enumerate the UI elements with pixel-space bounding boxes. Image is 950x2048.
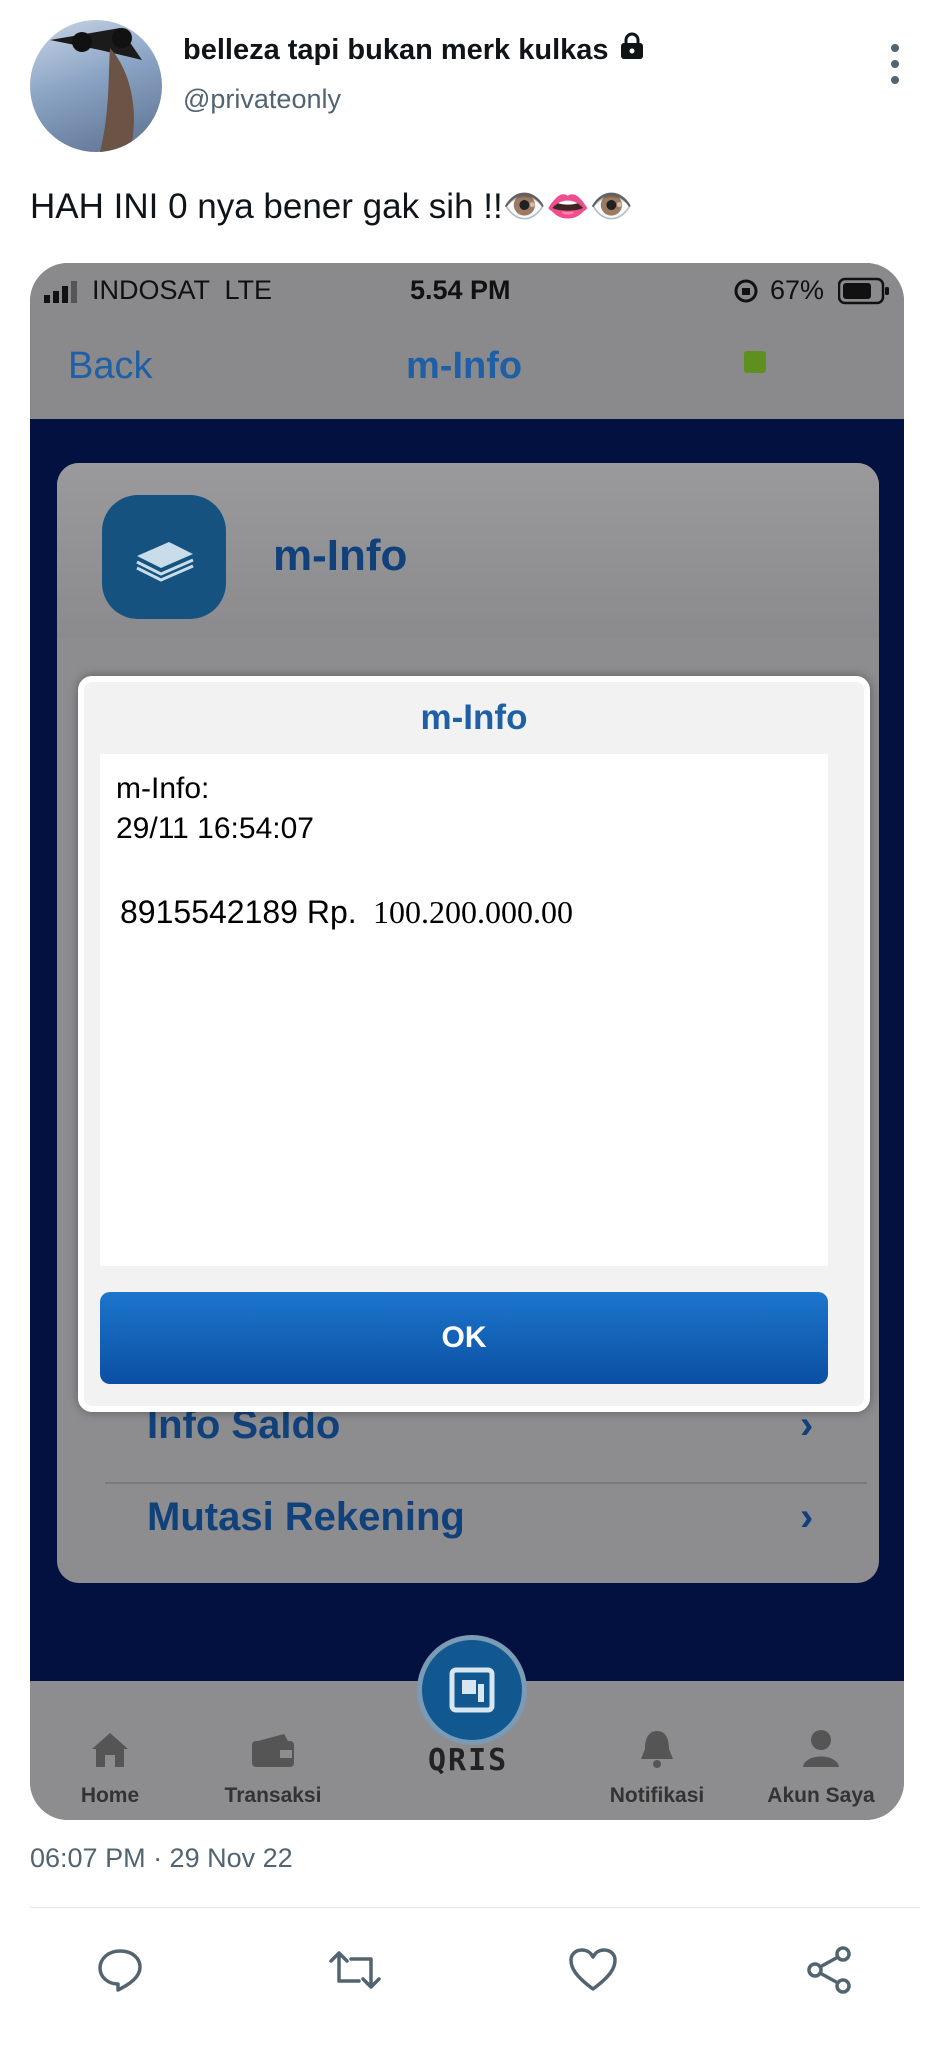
- display-name[interactable]: belleza tapi bukan merk kulkas: [183, 32, 645, 68]
- tweet-timestamp[interactable]: 06:07 PM · 29 Nov 22: [30, 1843, 293, 1874]
- tab-label: Home: [80, 1784, 140, 1807]
- lock-icon: [619, 32, 645, 68]
- ok-button[interactable]: OK: [100, 1292, 828, 1384]
- reply-icon[interactable]: [90, 1940, 150, 2000]
- balance-amount: 100.200.000.00: [373, 894, 573, 930]
- screen-title: m-Info: [406, 345, 523, 387]
- signal-icon: [44, 281, 84, 308]
- retweet-icon[interactable]: [325, 1940, 385, 2000]
- battery-icon: [837, 277, 890, 310]
- user-icon: [800, 1727, 842, 1774]
- more-options-icon[interactable]: [880, 44, 910, 84]
- attached-image[interactable]: INDOSAT LTE 5.54 PM 67% Back m-Info m-In…: [30, 263, 904, 1820]
- tab-label: Akun Saya: [767, 1784, 875, 1807]
- display-name-text: belleza tapi bukan merk kulkas: [183, 33, 609, 66]
- message-datetime: 29/11 16:54:07: [116, 812, 314, 845]
- tab-notifikasi[interactable]: Notifikasi: [582, 1698, 732, 1808]
- tab-label: Notifikasi: [609, 1784, 705, 1807]
- card-title: m-Info: [273, 531, 408, 580]
- list-item-label: Mutasi Rekening: [147, 1495, 465, 1539]
- phone-time: 5.54 PM: [410, 275, 511, 305]
- qris-button[interactable]: [417, 1635, 527, 1745]
- tab-label: Transaksi: [224, 1784, 322, 1807]
- tab-transaksi[interactable]: Transaksi: [198, 1698, 348, 1808]
- battery-percent: 67%: [770, 275, 825, 305]
- bell-icon: [637, 1727, 677, 1774]
- tweet-text: HAH INI 0 nya bener gak sih !!👁️👄👁️: [30, 187, 634, 226]
- tab-akun-saya[interactable]: Akun Saya: [746, 1698, 896, 1808]
- avatar[interactable]: [30, 20, 162, 152]
- qris-logo: QRIS: [428, 1743, 509, 1778]
- alert-dialog: m-Info m-Info: 29/11 16:54:07 8915542189…: [78, 676, 870, 1412]
- message-header: m-Info:: [116, 772, 210, 805]
- carrier-label: INDOSAT LTE: [92, 275, 273, 305]
- home-icon: [88, 1729, 132, 1774]
- wallet-icon: [250, 1733, 296, 1774]
- divider: [30, 1907, 920, 1908]
- share-icon[interactable]: [800, 1940, 860, 2000]
- user-handle[interactable]: @privateonly: [183, 84, 341, 115]
- account-number: 8915542189 Rp.: [120, 894, 357, 930]
- tab-home[interactable]: Home: [35, 1698, 185, 1808]
- dialog-title: m-Info: [420, 698, 528, 737]
- rotation-lock-icon: [733, 278, 759, 309]
- cards-icon: [102, 495, 226, 619]
- chevron-right-icon: ›: [800, 1495, 814, 1539]
- status-indicator: [744, 351, 766, 373]
- back-button[interactable]: Back: [68, 345, 152, 388]
- like-icon[interactable]: [563, 1940, 623, 2000]
- dialog-message: m-Info: 29/11 16:54:07 8915542189 Rp. 10…: [100, 754, 828, 1266]
